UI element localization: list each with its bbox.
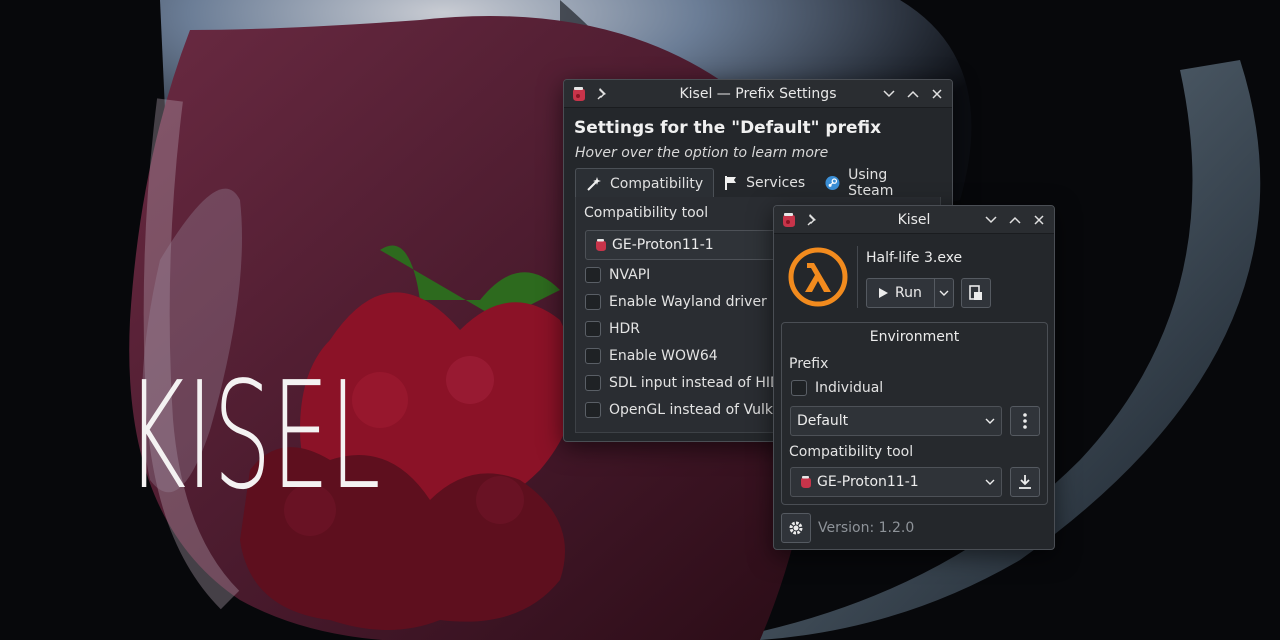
option-label: NVAPI [609, 267, 651, 283]
tab-label: Services [746, 174, 806, 191]
tab-compatibility[interactable]: Compatibility [575, 168, 715, 198]
settings-tabs: Compatibility Services Using Steam [575, 166, 941, 199]
pin-icon[interactable] [806, 213, 820, 227]
option-sdl-input[interactable]: SDL input instead of HID [585, 375, 781, 391]
minimize-icon[interactable] [880, 85, 898, 103]
proton-jar-icon [596, 239, 606, 251]
compat-tool-value: GE-Proton11-1 [612, 237, 714, 253]
environment-title: Environment [869, 329, 960, 345]
kisel-main-window: Kisel Half-life 3.exe Run Environment Pr… [773, 205, 1055, 550]
tab-label: Compatibility [610, 175, 704, 192]
settings-button[interactable] [781, 513, 811, 543]
maximize-icon[interactable] [1006, 211, 1024, 229]
compat-tool-label: Compatibility tool [584, 205, 709, 221]
checkbox[interactable] [585, 267, 601, 283]
option-opengl[interactable]: OpenGL instead of Vulkan [585, 402, 790, 418]
kisel-app-icon [573, 86, 585, 101]
prefix-select[interactable]: Default [790, 406, 1002, 436]
run-options-dropdown[interactable] [935, 290, 953, 297]
kisel-app-icon [783, 212, 795, 227]
chevron-down-icon [985, 479, 995, 485]
half-life-lambda-icon [788, 247, 848, 307]
gear-icon [789, 521, 803, 535]
compat-tool-value: GE-Proton11-1 [817, 474, 919, 490]
compat-tool-select[interactable]: GE-Proton11-1 [790, 467, 1002, 497]
option-label: Enable WOW64 [609, 348, 718, 364]
run-button[interactable]: Run [866, 278, 954, 308]
option-hdr[interactable]: HDR [585, 321, 640, 337]
option-wayland[interactable]: Enable Wayland driver [585, 294, 767, 310]
checkbox[interactable] [585, 402, 601, 418]
option-label: SDL input instead of HID [609, 375, 781, 391]
chevron-down-icon [985, 418, 995, 424]
close-icon[interactable] [928, 85, 946, 103]
tab-label: Using Steam [848, 166, 894, 199]
prefix-menu-button[interactable] [1010, 406, 1040, 436]
run-main[interactable]: Run [867, 279, 935, 307]
tab-services[interactable]: Services [714, 168, 816, 198]
run-label: Run [895, 285, 922, 301]
page-title: Settings for the "Default" prefix [574, 118, 882, 138]
prefix-label: Prefix [789, 356, 829, 372]
option-label: OpenGL instead of Vulkan [609, 402, 791, 418]
environment-group: Environment Prefix Individual Default Co… [781, 322, 1048, 505]
individual-prefix-checkbox[interactable]: Individual [791, 380, 883, 396]
chevron-down-icon [939, 290, 949, 296]
steam-icon [825, 175, 840, 190]
proton-jar-icon [801, 476, 811, 488]
maximize-icon[interactable] [904, 85, 922, 103]
download-tool-button[interactable] [1010, 467, 1040, 497]
option-label: HDR [609, 321, 641, 337]
checkbox[interactable] [585, 348, 601, 364]
flag-icon [725, 175, 737, 190]
compat-tool-select[interactable]: GE-Proton11-1 [585, 230, 795, 260]
version-text: Version: 1.2.0 [818, 520, 915, 536]
prefix-settings-titlebar[interactable]: Kisel — Prefix Settings [564, 80, 952, 108]
minimize-icon[interactable] [982, 211, 1000, 229]
kisel-titlebar[interactable]: Kisel [774, 206, 1054, 234]
compat-tool-label: Compatibility tool [789, 444, 914, 460]
close-icon[interactable] [1030, 211, 1048, 229]
option-nvapi[interactable]: NVAPI [585, 267, 650, 283]
option-label: Enable Wayland driver [609, 294, 767, 310]
checkbox[interactable] [585, 321, 601, 337]
shortcut-icon [969, 285, 982, 300]
checkbox[interactable] [585, 375, 601, 391]
individual-label: Individual [815, 380, 884, 396]
download-icon [1019, 475, 1031, 489]
tab-using-steam[interactable]: Using Steam [815, 166, 941, 199]
option-wow64[interactable]: Enable WOW64 [585, 348, 718, 364]
create-shortcut-button[interactable] [961, 278, 991, 308]
executable-name: Half-life 3.exe [866, 250, 963, 266]
play-icon [879, 288, 888, 298]
magic-wand-icon [587, 176, 601, 191]
checkbox[interactable] [585, 294, 601, 310]
prefix-value: Default [797, 413, 849, 429]
pin-icon[interactable] [596, 87, 610, 101]
header-divider [857, 246, 858, 308]
hint-text: Hover over the option to learn more [575, 145, 829, 161]
kisel-logo-text: KISEL [126, 350, 381, 522]
more-vertical-icon [1023, 413, 1027, 429]
checkbox[interactable] [791, 380, 807, 396]
